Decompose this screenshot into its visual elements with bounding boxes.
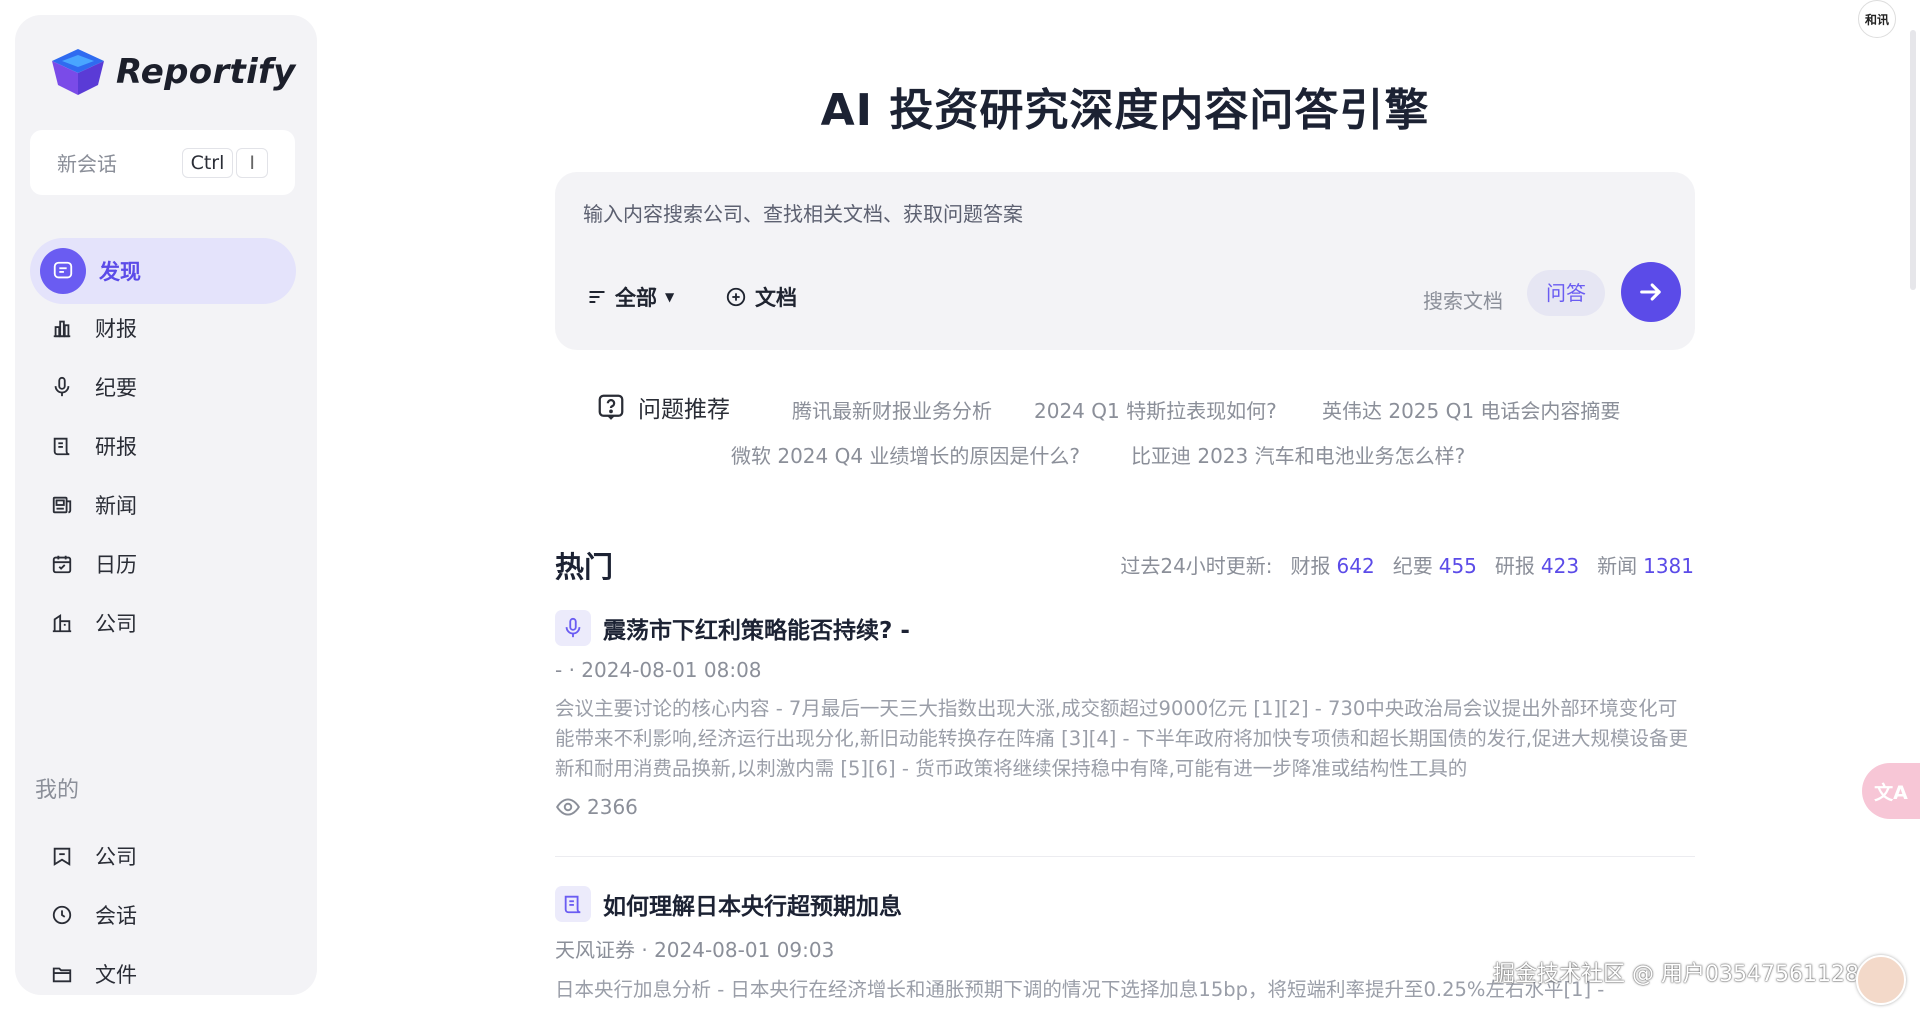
mode-qa[interactable]: 问答 — [1527, 270, 1605, 316]
article-title[interactable]: 震荡市下红利策略能否持续? - — [603, 611, 910, 645]
watermark: 掘金技术社区 @ 用户035475611288 — [1493, 962, 1873, 987]
sidebar-item-files[interactable]: 文件 — [30, 941, 296, 995]
building-icon — [47, 608, 77, 638]
suggestion-item[interactable]: 微软 2024 Q4 业绩增长的原因是什么? — [731, 440, 1080, 469]
stat-label: 研报 — [1494, 554, 1535, 578]
chat-bubble-icon — [40, 248, 86, 294]
sidebar-item-label: 公司 — [95, 845, 137, 869]
clock-icon — [47, 900, 77, 930]
bar-chart-icon — [47, 313, 77, 343]
scroll-icon — [47, 431, 77, 461]
sidebar-item-label: 公司 — [95, 612, 137, 636]
stat-value: 423 — [1540, 554, 1580, 578]
new-chat-label: 新会话 — [57, 152, 117, 176]
article-card[interactable]: 如何理解日本央行超预期加息 天风证券 · 2024-08-01 09:03 日本… — [555, 886, 1695, 1010]
newspaper-icon — [47, 490, 77, 520]
caret-down-icon: ▼ — [665, 290, 675, 304]
article-title[interactable]: 如何理解日本央行超预期加息 — [603, 887, 902, 921]
bookmark-icon — [47, 841, 77, 871]
stat-value: 455 — [1438, 554, 1477, 578]
top-right-badge[interactable]: 和讯 — [1858, 0, 1896, 38]
user-avatar[interactable] — [1856, 955, 1906, 1005]
scope-filter-label: 全部 — [615, 286, 657, 310]
search-box: 全部 ▼ 文档 搜索文档 问答 — [555, 172, 1695, 350]
sidebar-item-label: 日历 — [95, 553, 137, 577]
article-view-count: 2366 — [587, 795, 638, 819]
stat-value: 1381 — [1643, 554, 1694, 578]
filter-lines-icon — [589, 291, 605, 303]
stat-label: 纪要 — [1392, 554, 1433, 578]
article-summary: 会议主要讨论的核心内容 - 7月最后一天三大指数出现大涨,成交额超过9000亿元… — [555, 697, 1688, 780]
shortcut-key-i: I — [236, 147, 268, 178]
shortcut-key-ctrl: Ctrl — [181, 147, 234, 178]
scope-filter-dropdown[interactable]: 全部 ▼ — [587, 282, 674, 312]
add-document-button[interactable]: 文档 — [725, 282, 797, 312]
folder-icon — [47, 959, 77, 989]
question-bubble-icon — [598, 394, 624, 420]
article-card[interactable]: 震荡市下红利策略能否持续? - - · 2024-08-01 08:08 会议主… — [555, 610, 1695, 820]
sidebar-item-earnings[interactable]: 财报 — [30, 295, 296, 361]
stat-label: 新闻 — [1597, 554, 1638, 578]
hot-section-title: 热门 — [555, 550, 614, 584]
sidebar-item-label: 新闻 — [95, 494, 137, 518]
suggestions-title-label: 问题推荐 — [638, 397, 730, 423]
suggestion-item[interactable]: 腾讯最新财报业务分析 — [792, 395, 992, 424]
sidebar-item-company[interactable]: 公司 — [30, 590, 296, 656]
mine-section-label: 我的 — [35, 778, 80, 803]
plus-circle-icon — [726, 287, 746, 307]
sidebar: Reportify 新会话 Ctrl I 发现 财报 纪要 研报 新闻 日历 公… — [15, 15, 317, 995]
sidebar-item-research[interactable]: 研报 — [30, 413, 296, 479]
sidebar-item-label: 研报 — [95, 435, 137, 459]
arrow-right-icon — [1640, 283, 1661, 301]
sidebar-item-label: 发现 — [99, 260, 141, 284]
article-meta: - · 2024-08-01 08:08 — [555, 658, 762, 682]
search-input[interactable] — [583, 194, 1663, 234]
page-title: AI 投资研究深度内容问答引擎 — [820, 85, 1430, 136]
sidebar-item-label: 财报 — [95, 317, 137, 341]
new-chat-button[interactable]: 新会话 Ctrl I — [30, 130, 295, 195]
graduation-cap-icon — [52, 49, 104, 95]
sidebar-item-news[interactable]: 新闻 — [30, 472, 296, 538]
suggestion-item[interactable]: 2024 Q1 特斯拉表现如何? — [1034, 395, 1277, 424]
calendar-icon — [47, 549, 77, 579]
app-name: Reportify — [116, 52, 296, 92]
sidebar-item-label: 文件 — [95, 963, 137, 987]
sidebar-item-my-company[interactable]: 公司 — [30, 823, 296, 889]
suggestion-item[interactable]: 英伟达 2025 Q1 电话会内容摘要 — [1322, 395, 1620, 424]
stat-value: 642 — [1336, 554, 1375, 578]
eye-icon — [556, 798, 580, 816]
article-divider — [555, 856, 1695, 857]
scroll-icon — [555, 886, 591, 922]
translate-button[interactable]: 文A — [1862, 763, 1920, 819]
microphone-icon — [555, 610, 591, 646]
scrollbar[interactable] — [1910, 30, 1916, 290]
stats-prefix: 过去24小时更新: — [1120, 554, 1273, 578]
app-logo[interactable]: Reportify — [50, 47, 296, 97]
sidebar-item-minutes[interactable]: 纪要 — [30, 354, 296, 420]
sidebar-item-label: 纪要 — [95, 376, 137, 400]
add-document-label: 文档 — [755, 286, 797, 310]
microphone-icon — [47, 372, 77, 402]
sidebar-item-label: 会话 — [95, 904, 137, 928]
suggestion-item[interactable]: 比亚迪 2023 汽车和电池业务怎么样? — [1131, 440, 1465, 469]
suggestions-title: 问题推荐 — [596, 390, 730, 424]
submit-button[interactable] — [1621, 262, 1681, 322]
article-views: 2366 — [555, 794, 1695, 820]
stat-label: 财报 — [1290, 554, 1331, 578]
mode-search-docs[interactable]: 搜索文档 — [1423, 278, 1503, 324]
update-stats: 过去24小时更新: 财报 642 纪要 455 研报 423 新闻 1381 — [1120, 550, 1694, 579]
sidebar-item-sessions[interactable]: 会话 — [30, 882, 296, 948]
sidebar-item-calendar[interactable]: 日历 — [30, 531, 296, 597]
